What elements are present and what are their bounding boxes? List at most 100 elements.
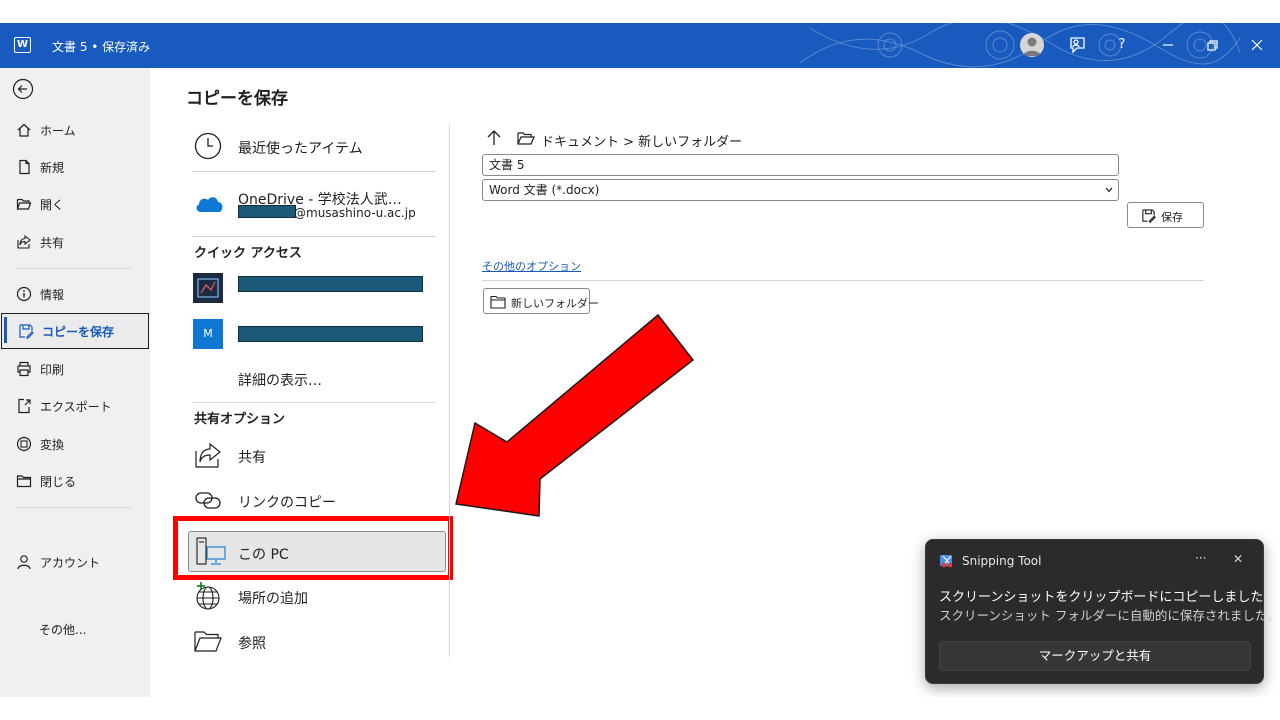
feedback-icon <box>1070 37 1085 54</box>
onedrive-cloud-icon <box>196 197 223 212</box>
other-options-link[interactable]: その他のオプション <box>482 258 581 274</box>
divider <box>192 236 435 237</box>
snipping-tool-icon <box>940 555 953 568</box>
nav-label: 閉じる <box>40 475 77 489</box>
nav-item-save-copy[interactable]: コピーを保存 <box>1 313 149 349</box>
location-add-place[interactable]: 場所の追加 <box>188 578 432 614</box>
link-icon <box>195 492 221 509</box>
restore-button[interactable] <box>1200 33 1224 57</box>
location-share[interactable]: 共有 <box>188 437 432 473</box>
folder-icon <box>517 132 535 145</box>
restore-icon <box>1207 40 1218 51</box>
filename-input[interactable]: 文書 5 <box>482 154 1119 176</box>
back-arrow-icon <box>12 78 34 100</box>
location-label: 最近使ったアイテム <box>238 141 363 157</box>
redacted-email <box>238 205 296 218</box>
nav-label: 開く <box>40 198 65 212</box>
filetype-value: Word 文書 (*.docx) <box>489 183 600 197</box>
show-more-link[interactable]: 詳細の表示… <box>238 370 322 390</box>
nav-item-convert[interactable]: 変換 <box>0 427 150 461</box>
location-label: リンクのコピー <box>238 495 336 511</box>
onedrive-email: @musashino-u.ac.jp <box>294 206 416 220</box>
export-icon <box>18 398 31 414</box>
info-icon <box>16 286 32 302</box>
nav-label: 変換 <box>40 438 65 452</box>
quick-access-item[interactable]: M <box>188 316 432 352</box>
redacted-item <box>238 326 423 342</box>
back-button[interactable] <box>12 78 34 100</box>
minimize-button[interactable] <box>1156 33 1180 57</box>
nav-label: 情報 <box>40 288 65 302</box>
document-title: 文書 5 • 保存済み <box>52 40 151 54</box>
feedback-button[interactable] <box>1065 33 1089 57</box>
toast-title: スクリーンショットをクリップボードにコピーしました <box>939 590 1264 605</box>
person-icon <box>1023 37 1041 56</box>
nav-divider <box>16 507 131 508</box>
share-icon <box>195 442 221 468</box>
toast-markup-share-button[interactable]: マークアップと共有 <box>939 641 1251 671</box>
new-folder-icon <box>490 295 506 309</box>
quick-access-item[interactable] <box>188 270 432 306</box>
nav-item-close[interactable]: 閉じる <box>0 464 150 498</box>
account-icon <box>17 555 31 570</box>
location-label: 参照 <box>238 636 266 652</box>
account-avatar[interactable] <box>1020 33 1044 57</box>
up-folder-button[interactable] <box>484 128 504 148</box>
page-title: コピーを保存 <box>186 89 288 109</box>
help-button[interactable]: ? <box>1110 33 1134 57</box>
nav-item-more[interactable]: その他... <box>39 621 86 638</box>
clock-icon <box>194 132 222 160</box>
save-label: 保存 <box>1161 211 1183 224</box>
nav-item-open[interactable]: 開く <box>0 187 150 221</box>
redacted-item <box>238 276 423 292</box>
annotation-arrow <box>455 313 695 517</box>
nav-item-home[interactable]: ホーム <box>0 113 150 147</box>
print-icon <box>17 361 31 377</box>
share-icon <box>17 234 31 249</box>
location-copy-link[interactable]: リンクのコピー <box>188 482 432 518</box>
toast-close-button[interactable]: ✕ <box>1233 552 1243 566</box>
filetype-select[interactable]: Word 文書 (*.docx) <box>482 179 1119 201</box>
section-header-quick-access: クイック アクセス <box>194 246 302 261</box>
breadcrumb[interactable]: ドキュメント > 新しいフォルダー <box>541 131 742 150</box>
site-badge-icon: M <box>193 319 223 349</box>
nav-item-info[interactable]: 情報 <box>0 277 150 311</box>
save-button[interactable]: 保存 <box>1127 202 1204 228</box>
new-folder-label: 新しいフォルダー <box>511 297 599 310</box>
toast-more-button[interactable]: ··· <box>1195 551 1206 565</box>
divider <box>192 171 435 172</box>
divider <box>482 280 1204 281</box>
location-label: 場所の追加 <box>238 591 308 607</box>
location-onedrive[interactable]: OneDrive - 学校法人武… @musashino-u.ac.jp <box>188 182 432 228</box>
nav-label: アカウント <box>40 556 101 570</box>
nav-divider <box>16 268 131 269</box>
open-folder-icon <box>16 198 32 210</box>
close-window-button[interactable] <box>1245 33 1269 57</box>
annotation-highlight-box <box>173 516 453 580</box>
location-label: 共有 <box>238 450 266 466</box>
nav-label: 共有 <box>40 236 65 250</box>
location-browse[interactable]: 参照 <box>188 623 432 659</box>
home-icon <box>17 123 31 137</box>
new-document-icon <box>19 159 30 175</box>
bottom-margin <box>0 697 1280 720</box>
nav-item-export[interactable]: エクスポート <box>0 389 150 423</box>
location-recent[interactable]: 最近使ったアイテム <box>188 128 432 164</box>
save-copy-icon <box>1142 209 1156 223</box>
divider <box>192 402 435 403</box>
chevron-down-icon <box>1105 187 1113 193</box>
nav-label: エクスポート <box>40 400 112 414</box>
close-folder-icon <box>16 475 32 488</box>
nav-item-print[interactable]: 印刷 <box>0 352 150 386</box>
browse-folder-icon <box>194 631 222 652</box>
nav-label: コピーを保存 <box>42 325 115 339</box>
selected-indicator <box>4 317 7 343</box>
word-logo-icon: W <box>14 37 31 53</box>
nav-label: 新規 <box>40 161 65 175</box>
nav-item-new[interactable]: 新規 <box>0 150 150 184</box>
snipping-tool-notification[interactable]: Snipping Tool ··· ✕ スクリーンショットをクリップボードにコピ… <box>925 539 1280 684</box>
nav-label: ホーム <box>40 124 76 138</box>
nav-item-share[interactable]: 共有 <box>0 225 150 259</box>
nav-item-account[interactable]: アカウント <box>0 545 150 579</box>
nav-label: 印刷 <box>40 363 65 377</box>
